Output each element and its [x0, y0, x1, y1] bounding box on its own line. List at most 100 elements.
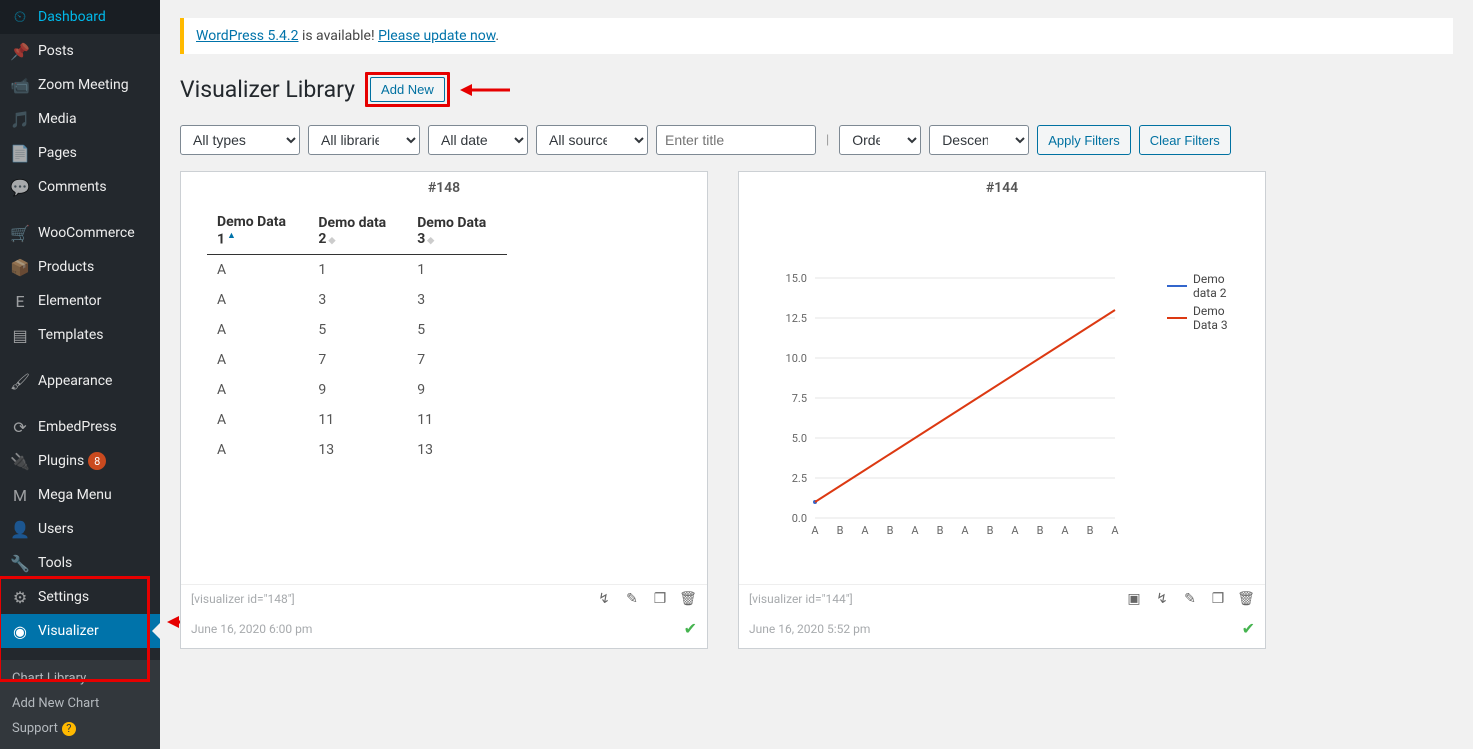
sidebar-item-zoom-meeting[interactable]: 📹Zoom Meeting: [0, 68, 160, 102]
submenu-support[interactable]: Support?: [0, 716, 160, 741]
table-row: A1313: [207, 435, 507, 465]
table-row: A99: [207, 375, 507, 405]
chart-card: #148 Demo Data 1▲Demo data 2◆Demo Data 3…: [180, 171, 708, 649]
pin-icon: 📌: [10, 41, 30, 61]
svg-text:10.0: 10.0: [786, 352, 807, 365]
svg-text:2.5: 2.5: [792, 472, 807, 485]
templates-icon: ▤: [10, 325, 30, 345]
speedometer-icon: ⏲: [10, 7, 30, 27]
export-icon[interactable]: ↯: [1153, 591, 1171, 607]
sidebar-item-media[interactable]: 🎵Media: [0, 102, 160, 136]
chart-date: June 16, 2020 6:00 pm: [191, 622, 312, 636]
admin-sidebar: ⏲Dashboard📌Posts📹Zoom Meeting🎵Media📄Page…: [0, 0, 160, 749]
svg-text:A: A: [911, 524, 919, 537]
help-icon: ?: [62, 722, 76, 736]
submenu-add-new-chart[interactable]: Add New Chart: [0, 691, 160, 716]
trash-icon[interactable]: 🗑: [1237, 591, 1255, 607]
sidebar-item-woocommerce[interactable]: 🛒WooCommerce: [0, 216, 160, 250]
filter-dates[interactable]: All dates: [428, 125, 528, 155]
sidebar-item-appearance[interactable]: 🖌Appearance: [0, 364, 160, 398]
sidebar-item-settings[interactable]: ⚙Settings: [0, 580, 160, 614]
media-icon: 🎵: [10, 109, 30, 129]
filter-libraries[interactable]: All libraries: [308, 125, 420, 155]
svg-text:15.0: 15.0: [786, 272, 807, 285]
chart-legend: Demo data 2 Demo Data 3: [1167, 272, 1243, 336]
filter-orderby[interactable]: Order By: [839, 125, 921, 155]
brush-icon: 🖌: [10, 371, 30, 391]
add-new-button[interactable]: Add New: [370, 77, 445, 102]
table-row: A11: [207, 254, 507, 285]
svg-text:A: A: [861, 524, 869, 537]
svg-text:A: A: [961, 524, 969, 537]
update-now-link[interactable]: Please update now: [378, 28, 495, 44]
sidebar-item-mega-menu[interactable]: MMega Menu: [0, 478, 160, 512]
column-header[interactable]: Demo Data 1▲: [207, 208, 308, 254]
legend-item: Demo data 2: [1167, 272, 1243, 300]
sidebar-item-products[interactable]: 📦Products: [0, 250, 160, 284]
status-ok-icon: ✔: [684, 619, 697, 638]
svg-text:A: A: [1061, 524, 1069, 537]
woo-icon: 🛒: [10, 223, 30, 243]
filter-title-input[interactable]: [656, 125, 816, 155]
svg-text:A: A: [811, 524, 819, 537]
sidebar-item-pages[interactable]: 📄Pages: [0, 136, 160, 170]
sidebar-item-templates[interactable]: ▤Templates: [0, 318, 160, 352]
vis-icon: ◉: [10, 621, 30, 641]
data-table: Demo Data 1▲Demo data 2◆Demo Data 3◆ A11…: [207, 208, 507, 465]
svg-text:B: B: [937, 524, 944, 537]
image-icon[interactable]: ▣: [1125, 591, 1143, 607]
svg-text:7.5: 7.5: [792, 392, 807, 405]
visualizer-submenu: Chart LibraryAdd New ChartSupport?: [0, 660, 160, 749]
page-icon: 📄: [10, 143, 30, 163]
svg-text:B: B: [1037, 524, 1044, 537]
chart-card: #144 Demo data 2Demo Data 3 0.02.55.07.5…: [738, 171, 1266, 649]
edit-icon[interactable]: ✎: [1181, 591, 1199, 607]
trash-icon[interactable]: 🗑: [679, 591, 697, 607]
column-header[interactable]: Demo data 2◆: [308, 208, 407, 254]
mega-icon: M: [10, 485, 30, 505]
shortcode-text: [visualizer id="144"]: [749, 592, 853, 606]
apply-filters-button[interactable]: Apply Filters: [1037, 125, 1131, 155]
status-ok-icon: ✔: [1242, 619, 1255, 638]
shortcode-text: [visualizer id="148"]: [191, 592, 295, 606]
sidebar-item-visualizer[interactable]: ◉Visualizer: [0, 614, 160, 648]
sidebar-item-tools[interactable]: 🔧Tools: [0, 546, 160, 580]
svg-text:B: B: [987, 524, 994, 537]
wrench-icon: 🔧: [10, 553, 30, 573]
user-icon: 👤: [10, 519, 30, 539]
badge: 8: [88, 452, 106, 470]
sidebar-item-elementor[interactable]: EElementor: [0, 284, 160, 318]
export-icon[interactable]: ↯: [595, 591, 613, 607]
chart-card-title: #148: [181, 172, 707, 204]
update-notice: WordPress 5.4.2 is available! Please upd…: [180, 18, 1453, 54]
separator: |: [824, 133, 831, 148]
embed-icon: ⟳: [10, 417, 30, 437]
svg-text:0.0: 0.0: [792, 512, 807, 525]
clone-icon[interactable]: ❐: [651, 591, 669, 607]
filter-direction[interactable]: Descending: [929, 125, 1029, 155]
edit-icon[interactable]: ✎: [623, 591, 641, 607]
sidebar-item-plugins[interactable]: 🔌Plugins8: [0, 444, 160, 478]
page-title: Visualizer Library: [180, 76, 355, 103]
sidebar-item-comments[interactable]: 💬Comments: [0, 170, 160, 204]
wp-version-link[interactable]: WordPress 5.4.2: [196, 28, 298, 44]
gear-icon: ⚙: [10, 587, 30, 607]
filter-types[interactable]: All types: [180, 125, 300, 155]
svg-text:B: B: [837, 524, 844, 537]
legend-item: Demo Data 3: [1167, 304, 1243, 332]
submenu-chart-library[interactable]: Chart Library: [0, 666, 160, 691]
sidebar-item-posts[interactable]: 📌Posts: [0, 34, 160, 68]
clone-icon[interactable]: ❐: [1209, 591, 1227, 607]
svg-text:A: A: [1111, 524, 1119, 537]
table-row: A33: [207, 285, 507, 315]
plug-icon: 🔌: [10, 451, 30, 471]
svg-text:A: A: [1011, 524, 1019, 537]
sidebar-item-embedpress[interactable]: ⟳EmbedPress: [0, 410, 160, 444]
clear-filters-button[interactable]: Clear Filters: [1139, 125, 1231, 155]
table-row: A1111: [207, 405, 507, 435]
sidebar-item-users[interactable]: 👤Users: [0, 512, 160, 546]
column-header[interactable]: Demo Data 3◆: [407, 208, 507, 254]
sidebar-item-dashboard[interactable]: ⏲Dashboard: [0, 0, 160, 34]
chart-card-title: #144: [739, 172, 1265, 204]
filter-sources[interactable]: All sources: [536, 125, 648, 155]
